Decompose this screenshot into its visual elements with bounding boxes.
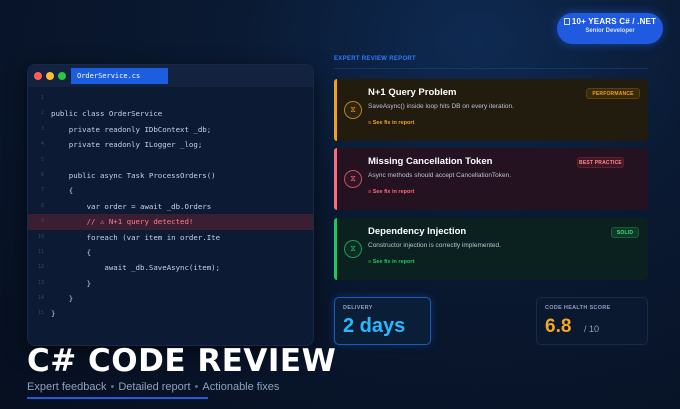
review-card-solid[interactable]: ⧖ Dependency Injection Constructor injec… [334,218,648,280]
category-tag: PERFORMANCE [586,88,640,99]
line-code: } [51,309,56,319]
code-line: 11 { [28,245,313,260]
delivery-value: 2 days [343,315,406,337]
code-line: 13 } [28,276,313,291]
card-title: Dependency Injection [368,226,467,237]
link-label: See fix in report [372,189,415,195]
line-code: // ⚠ N+1 query detected! [51,217,194,227]
health-score-stat: CODE HEALTH SCORE 6.8 / 10 [536,297,648,345]
line-code: foreach (var item in order.Ite [51,232,221,242]
see-fix-link[interactable]: ≡ See fix in report [368,189,414,195]
line-code: public async Task ProcessOrders() [51,170,216,180]
code-line: 4 private readonly ILogger _log; [28,137,313,152]
category-tag: BEST PRACTICE [577,157,624,168]
line-number: 15 [37,310,44,317]
line-number: 8 [40,202,44,209]
subtitle-separator: • [194,381,199,393]
file-tab[interactable]: OrderService.cs [71,68,168,84]
code-lines: 1 2 public class OrderService 3 private r… [28,91,313,322]
line-number: 7 [40,187,44,194]
line-number: 11 [37,248,44,255]
line-number: 1 [40,95,44,101]
code-line: 10 foreach (var item in order.Ite [28,230,313,245]
line-number: 2 [40,110,44,117]
subtitle-item: Expert feedback [27,381,107,393]
badge-title: 10+ YEARS C# / .NET [571,17,657,26]
badge-subtitle: Senior Developer [585,28,635,34]
link-label: See fix in report [372,120,415,126]
hourglass-icon: ⧖ [344,240,362,258]
code-editor: OrderService.cs 1 2 public class OrderSer… [27,64,314,346]
code-line: 3 private readonly IDbContext _db; [28,122,313,137]
subtitle-item: Actionable fixes [202,381,280,393]
line-number: 4 [40,141,44,148]
health-score-value: 6.8 [545,316,572,337]
card-title: N+1 Query Problem [368,87,457,98]
card-description: Constructor injection is correctly imple… [368,242,501,249]
line-number: 10 [37,233,44,240]
line-code: await _db.SaveAsync(item); [51,263,221,273]
editor-titlebar: OrderService.cs [28,65,313,87]
health-score-suffix: / 10 [584,324,600,334]
code-line: 7 { [28,183,313,198]
line-code: } [51,278,92,288]
line-number: 9 [40,218,44,225]
line-code: { [51,186,74,196]
badge-icon [563,18,570,25]
code-line: 2 public class OrderService [28,106,313,121]
line-code: var order = await _db.Orders [51,201,212,211]
review-card-performance[interactable]: ⧖ N+1 Query Problem SaveAsync() inside l… [334,79,648,141]
link-label: See fix in report [372,259,415,265]
card-title: Missing Cancellation Token [368,156,493,167]
experience-badge: 10+ YEARS C# / .NET Senior Developer [557,13,663,44]
review-card-best-practice[interactable]: ⧖ Missing Cancellation Token Async metho… [334,148,648,210]
code-line: 1 [28,91,313,106]
see-fix-link[interactable]: ≡ See fix in report [368,259,414,265]
subtitle-separator: • [110,381,115,393]
category-tag: SOLID [611,227,639,238]
card-accent-bar [334,218,337,280]
line-number: 6 [40,171,44,178]
card-accent-bar [334,79,337,141]
card-description: Async methods should accept Cancellation… [368,172,512,179]
code-line: 15} [28,306,313,321]
card-description: SaveAsync() inside loop hits DB on every… [368,103,514,110]
line-number: 13 [37,279,44,286]
title-underline [27,397,208,399]
line-number: 14 [37,295,44,302]
subtitle: Expert feedback • Detailed report • Actionab… [27,381,279,393]
code-line: 14 } [28,291,313,306]
health-score-label: CODE HEALTH SCORE [545,305,611,311]
section-label: EXPERT REVIEW REPORT [334,56,417,62]
code-line: 6 public async Task ProcessOrders() [28,168,313,183]
delivery-label: DELIVERY [343,305,373,311]
code-line: 5 [28,153,313,168]
code-line: 12 await _db.SaveAsync(item); [28,260,313,275]
page-title: C# CODE REVIEW [27,343,337,379]
line-code: private readonly ILogger _log; [51,140,203,150]
line-number: 12 [37,264,44,271]
delivery-stat: DELIVERY 2 days [334,297,431,345]
close-dot-icon [34,72,42,80]
maximize-dot-icon [58,72,66,80]
hourglass-icon: ⧖ [344,101,362,119]
line-number: 3 [40,125,44,132]
highlighted-code-line: 9 // ⚠ N+1 query detected! [28,214,313,230]
code-line: 8 var order = await _db.Orders [28,199,313,214]
line-code: private readonly IDbContext _db; [51,124,212,134]
subtitle-item: Detailed report [118,381,191,393]
line-number: 5 [40,156,44,163]
line-code: } [51,294,74,304]
see-fix-link[interactable]: ≡ See fix in report [368,120,414,126]
minimize-dot-icon [46,72,54,80]
section-divider [334,68,648,69]
hourglass-icon: ⧖ [344,170,362,188]
card-accent-bar [334,148,337,210]
line-code: public class OrderService [51,109,163,119]
line-code: { [51,247,92,257]
